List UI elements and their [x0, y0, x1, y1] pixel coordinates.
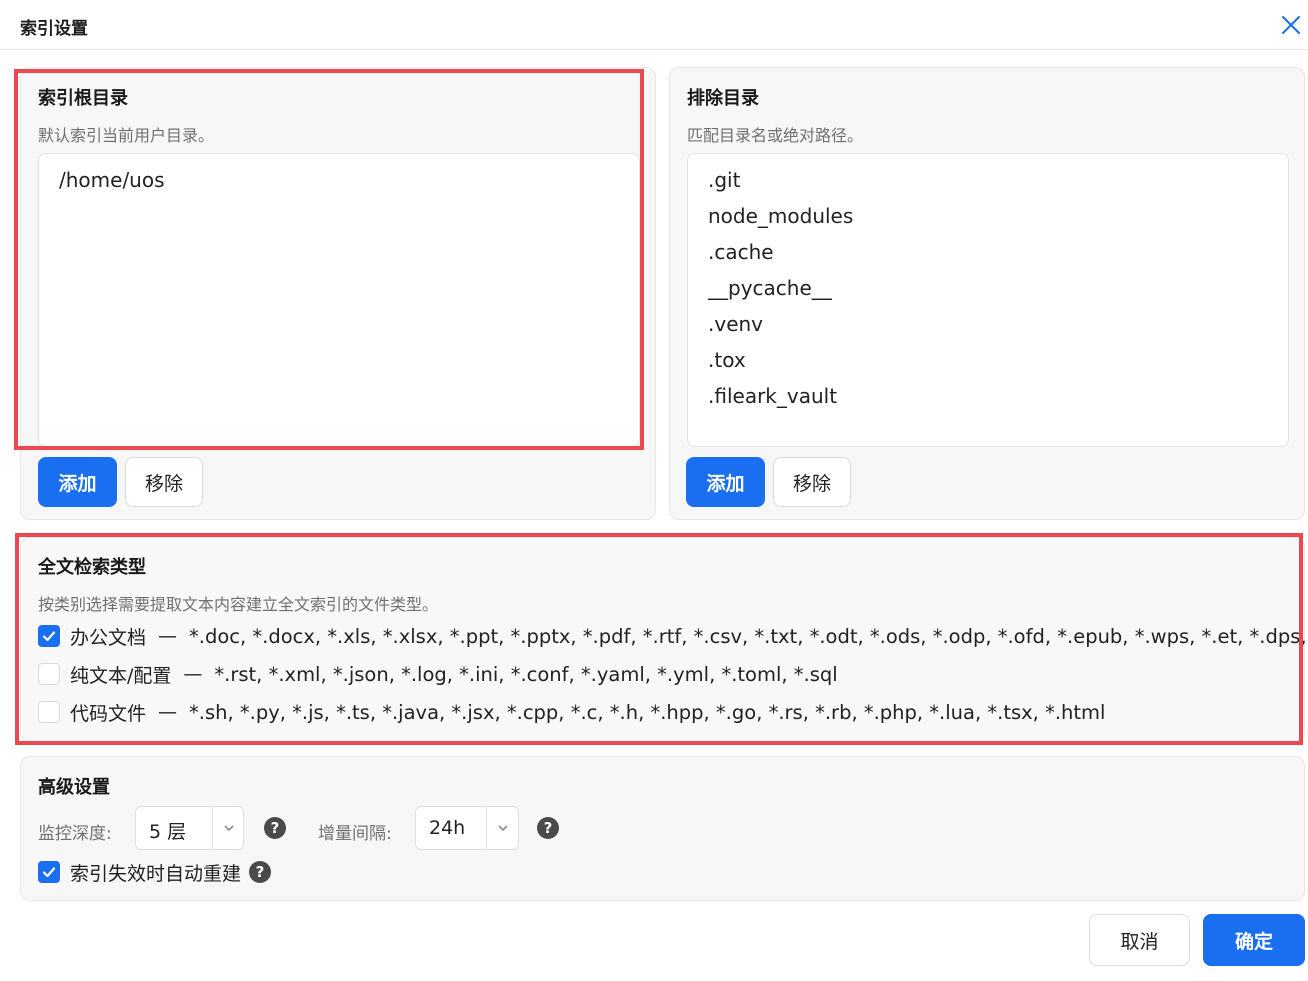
- depth-label: 监控深度:: [38, 824, 112, 844]
- close-icon: [1282, 16, 1300, 34]
- auto-rebuild-option[interactable]: 索引失效时自动重建 ?: [38, 859, 272, 885]
- fulltext-description: 按类别选择需要提取文本内容建立全文索引的文件类型。: [38, 595, 439, 614]
- exclude-dir-description: 匹配目录名或绝对路径。: [687, 126, 864, 145]
- cancel-button[interactable]: 取消: [1089, 914, 1190, 966]
- exclude-remove-button[interactable]: 移除: [773, 457, 851, 507]
- interval-select[interactable]: 24h: [415, 806, 519, 850]
- root-dir-description: 默认索引当前用户目录。: [38, 126, 215, 145]
- interval-value: 24h: [429, 817, 466, 839]
- list-item[interactable]: .git: [708, 168, 740, 192]
- list-item[interactable]: .cache: [708, 240, 774, 264]
- fulltext-title: 全文检索类型: [38, 557, 146, 578]
- auto-rebuild-label: 索引失效时自动重建: [70, 862, 242, 885]
- list-item[interactable]: node_modules: [708, 204, 853, 228]
- root-dir-panel: 索引根目录 默认索引当前用户目录。 /home/uos 添加 移除: [20, 67, 656, 520]
- category-extensions: *.sh, *.py, *.js, *.ts, *.java, *.jsx, *…: [189, 700, 1106, 724]
- exclude-add-button[interactable]: 添加: [686, 457, 765, 507]
- root-remove-button[interactable]: 移除: [125, 457, 203, 507]
- category-label: 代码文件: [70, 702, 147, 725]
- category-label: 纯文本/配置: [70, 664, 172, 687]
- category-office-docs[interactable]: 办公文档 — *.doc, *.docx, *.xls, *.xlsx, *.p…: [38, 623, 1308, 649]
- interval-label: 增量间隔:: [318, 824, 392, 844]
- root-add-button[interactable]: 添加: [38, 457, 117, 507]
- exclude-dir-title: 排除目录: [687, 88, 759, 109]
- category-separator: —: [158, 701, 178, 723]
- depth-value: 5 层: [149, 821, 187, 843]
- category-label: 办公文档: [70, 626, 147, 649]
- list-item[interactable]: /home/uos: [59, 168, 165, 192]
- list-item[interactable]: .tox: [708, 348, 746, 372]
- list-item[interactable]: __pycache__: [708, 276, 832, 300]
- index-settings-dialog: 索引设置 索引根目录 默认索引当前用户目录。 /home/uos 添加 移除 排…: [0, 0, 1308, 981]
- category-code-files[interactable]: 代码文件 — *.sh, *.py, *.js, *.ts, *.java, *…: [38, 699, 1105, 725]
- chevron-down-icon: [498, 825, 508, 832]
- check-icon: [42, 867, 56, 878]
- close-button[interactable]: [1278, 12, 1304, 38]
- code-files-checkbox[interactable]: [38, 701, 60, 723]
- ok-button[interactable]: 确定: [1203, 914, 1305, 966]
- chevron-down-icon: [224, 825, 234, 832]
- dialog-title: 索引设置: [20, 19, 88, 39]
- depth-select[interactable]: 5 层: [135, 806, 244, 850]
- interval-help-icon[interactable]: ?: [537, 817, 559, 839]
- list-item[interactable]: .venv: [708, 312, 763, 336]
- plain-text-checkbox[interactable]: [38, 663, 60, 685]
- select-divider: [212, 807, 213, 849]
- auto-rebuild-checkbox[interactable]: [38, 861, 60, 883]
- select-divider: [486, 807, 487, 849]
- root-dir-list[interactable]: /home/uos: [38, 153, 640, 447]
- root-dir-title: 索引根目录: [38, 88, 128, 109]
- depth-help-icon[interactable]: ?: [264, 817, 286, 839]
- category-separator: —: [183, 663, 203, 685]
- exclude-dir-list[interactable]: .git node_modules .cache __pycache__ .ve…: [687, 153, 1289, 447]
- dialog-titlebar: 索引设置: [0, 0, 1308, 50]
- category-extensions: *.rst, *.xml, *.json, *.log, *.ini, *.co…: [214, 662, 838, 686]
- check-icon: [42, 631, 56, 642]
- advanced-title: 高级设置: [38, 777, 110, 798]
- exclude-dir-panel: 排除目录 匹配目录名或绝对路径。 .git node_modules .cach…: [669, 67, 1305, 520]
- category-plain-text-config[interactable]: 纯文本/配置 — *.rst, *.xml, *.json, *.log, *.…: [38, 661, 838, 687]
- list-item[interactable]: .fileark_vault: [708, 384, 837, 408]
- auto-rebuild-help-icon[interactable]: ?: [249, 861, 272, 883]
- office-docs-checkbox[interactable]: [38, 625, 60, 647]
- category-extensions: *.doc, *.docx, *.xls, *.xlsx, *.ppt, *.p…: [189, 624, 1308, 648]
- category-separator: —: [158, 625, 178, 647]
